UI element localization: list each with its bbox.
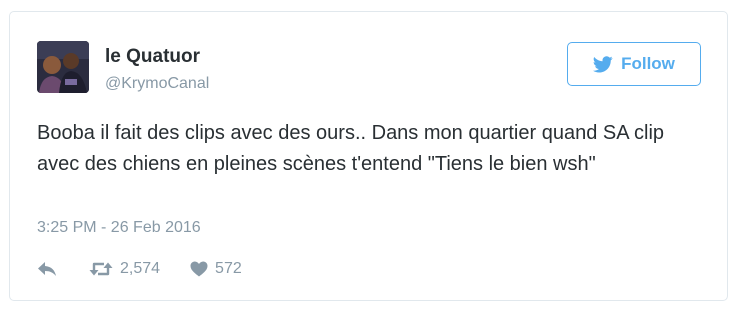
like-button[interactable]: 572 [190,260,242,278]
heart-icon [190,261,208,277]
avatar[interactable] [37,41,89,93]
retweet-button[interactable]: 2,574 [89,260,160,278]
tweet-card: le Quatuor @KrymoCanal Follow Booba il f… [9,11,728,301]
tweet-timestamp[interactable]: 3:25 PM - 26 Feb 2016 [37,219,201,237]
follow-button[interactable]: Follow [567,42,701,86]
reply-button[interactable] [37,261,57,277]
reply-icon [37,261,57,277]
tweet-text: Booba il fait des clips avec des ours.. … [37,122,665,175]
like-count: 572 [215,260,242,277]
twitter-bird-icon [593,55,613,73]
display-name[interactable]: le Quatuor [105,46,200,68]
user-handle[interactable]: @KrymoCanal [105,75,209,93]
retweet-icon [89,261,113,277]
retweet-count: 2,574 [120,260,161,277]
tweet-actions: 2,574 572 [37,258,242,280]
follow-label: Follow [621,54,675,73]
